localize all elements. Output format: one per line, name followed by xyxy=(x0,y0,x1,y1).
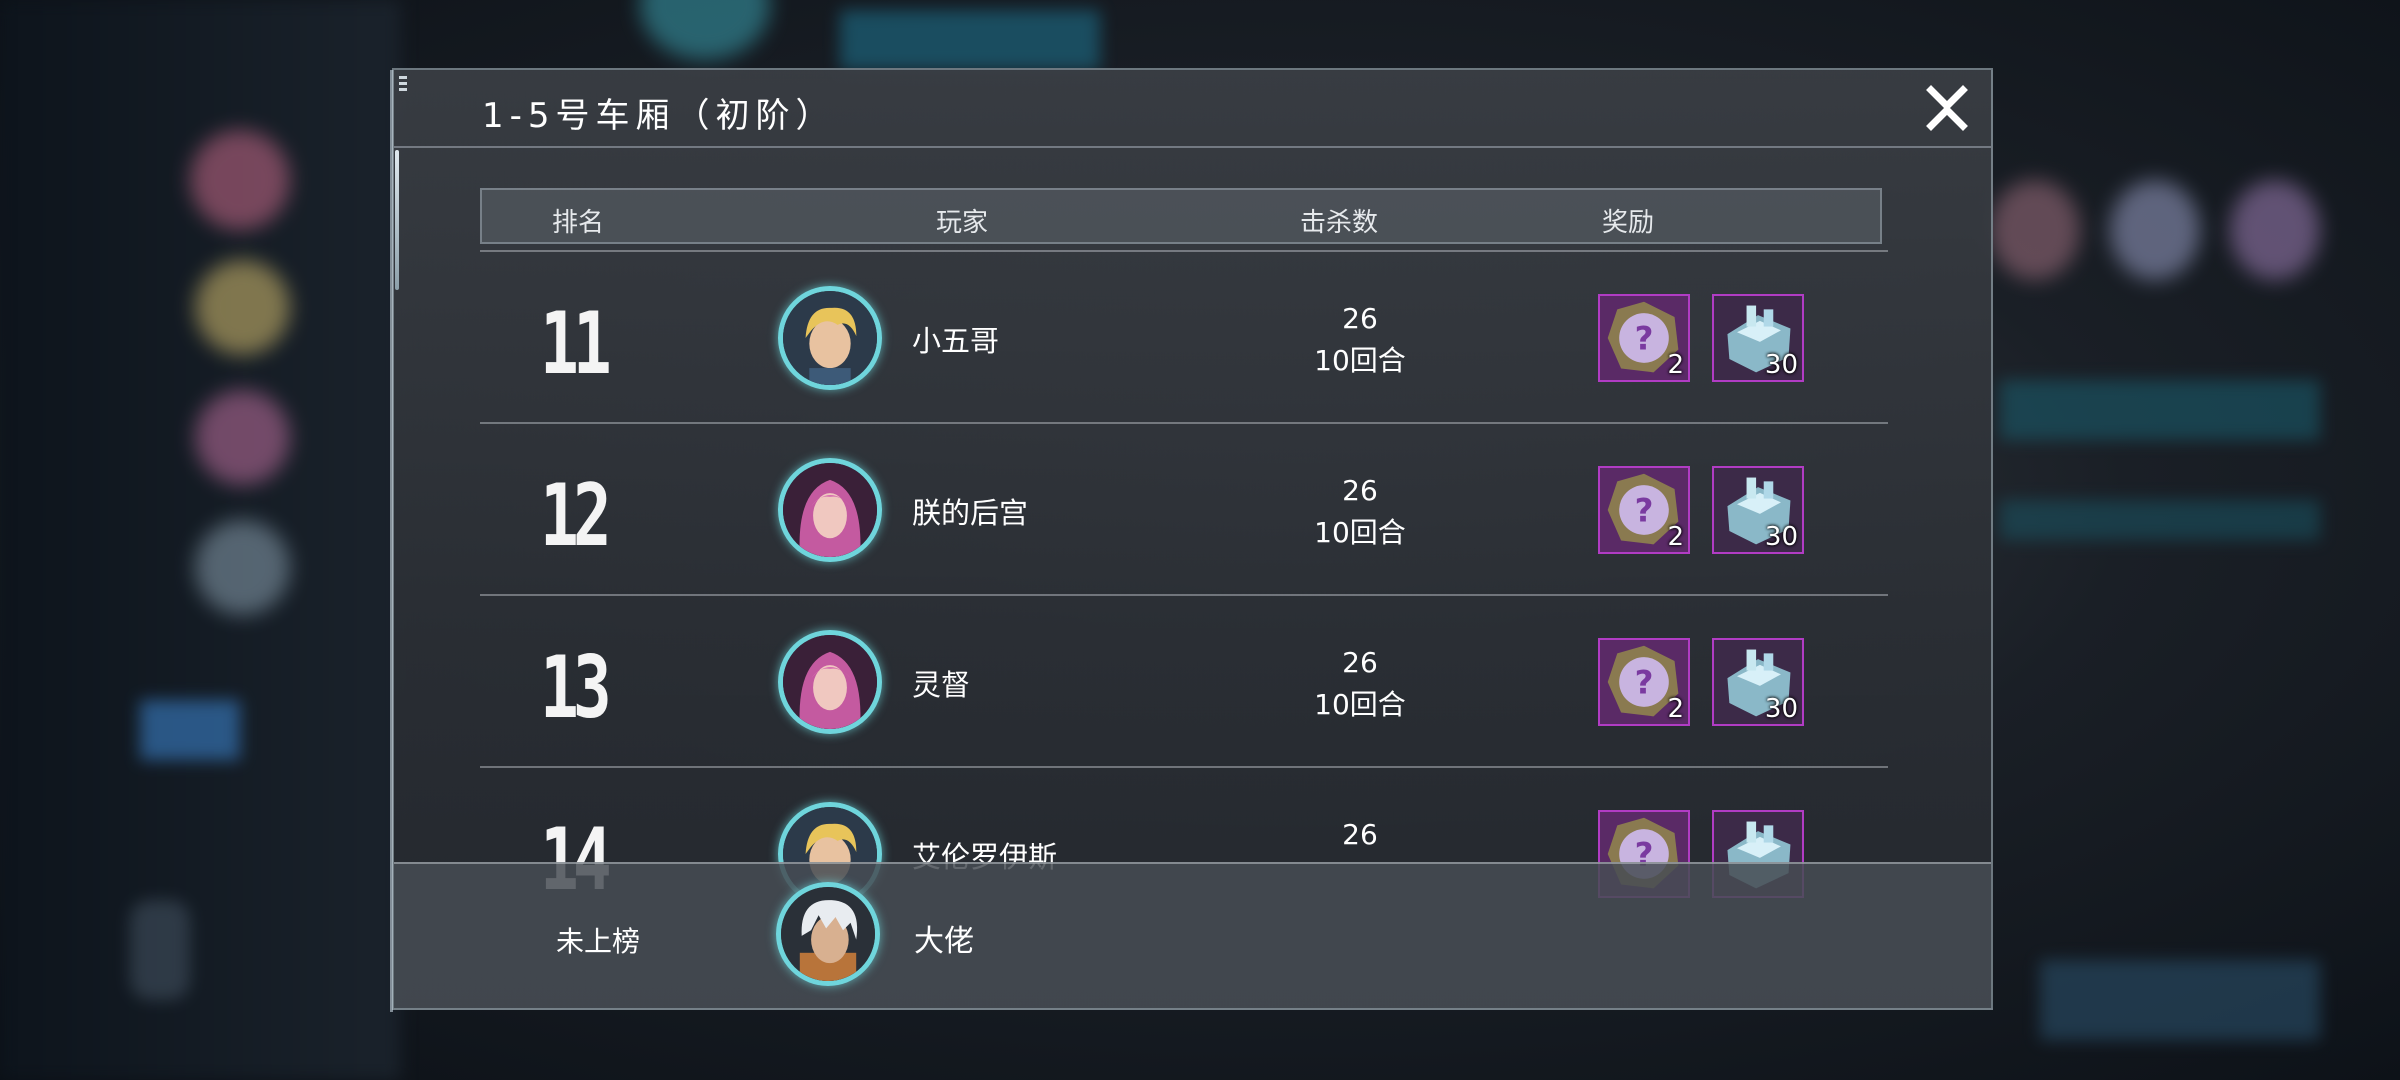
reward-item[interactable]: 30 xyxy=(1712,294,1804,382)
kills-value: 26 xyxy=(1342,818,1378,851)
svg-text:?: ? xyxy=(1635,491,1654,529)
reward-item[interactable]: 30 xyxy=(1712,638,1804,726)
reward-item[interactable]: ? 2 xyxy=(1598,466,1690,554)
reward-item[interactable]: ? 2 xyxy=(1598,294,1690,382)
pink-hair-avatar-icon xyxy=(783,635,877,729)
reward-item[interactable]: ? 2 xyxy=(1598,638,1690,726)
my-avatar[interactable] xyxy=(776,882,880,986)
player-avatar[interactable] xyxy=(778,630,882,734)
leaderboard-row: 11 小五哥 26 10回合 ? 2 30 xyxy=(480,250,1888,422)
kills-value: 26 xyxy=(1342,474,1378,507)
my-rank-footer: 未上榜 大佬 xyxy=(394,862,1991,1008)
kills-value: 26 xyxy=(1342,646,1378,679)
column-rank: 排名 xyxy=(552,208,605,238)
column-player: 玩家 xyxy=(936,208,989,238)
reward-count: 2 xyxy=(1667,350,1684,380)
my-name: 大佬 xyxy=(914,924,974,959)
column-kills: 击杀数 xyxy=(1300,208,1379,238)
column-header-row: 排名 玩家 击杀数 奖励 xyxy=(480,188,1882,244)
kill-count: 26 10回合 xyxy=(1260,470,1460,554)
close-icon xyxy=(1926,85,1968,131)
close-button[interactable] xyxy=(1923,84,1971,132)
leaderboard-row: 13 灵督 26 10回合 ? 2 30 xyxy=(480,594,1888,766)
reward-count: 2 xyxy=(1667,694,1684,724)
kill-count: 26 10回合 xyxy=(1260,642,1460,726)
rank-number: 12 xyxy=(540,466,612,566)
leaderboard-dialog: 1-5号车厢（初阶） 排名 玩家 击杀数 奖励 11 小五哥 26 10回合 ? xyxy=(390,68,1993,1012)
player-avatar[interactable] xyxy=(778,458,882,562)
kill-count: 26 10回合 xyxy=(1260,298,1460,382)
kills-value: 26 xyxy=(1342,302,1378,335)
rounds-value: 10回合 xyxy=(1314,516,1406,549)
player-avatar[interactable] xyxy=(778,286,882,390)
kill-count: 26 xyxy=(1260,814,1460,856)
rounds-value: 10回合 xyxy=(1314,344,1406,377)
reward-count: 30 xyxy=(1764,350,1798,380)
dialog-header: 1-5号车厢（初阶） xyxy=(394,70,1991,148)
rank-number: 13 xyxy=(540,638,612,738)
rounds-value: 10回合 xyxy=(1314,688,1406,721)
my-rank: 未上榜 xyxy=(556,925,641,958)
dialog-title: 1-5号车厢（初阶） xyxy=(482,96,836,136)
reward-count: 30 xyxy=(1764,694,1798,724)
player-name: 朕的后宫 xyxy=(912,496,1029,530)
column-reward: 奖励 xyxy=(1602,208,1655,238)
reward-count: 2 xyxy=(1667,522,1684,552)
reward-item[interactable]: 30 xyxy=(1712,466,1804,554)
pink-hair-avatar-icon xyxy=(783,463,877,557)
white-hair-avatar-icon xyxy=(781,887,875,981)
blond-hero-avatar-icon xyxy=(783,291,877,385)
rank-number: 11 xyxy=(540,294,612,394)
reward-count: 30 xyxy=(1764,522,1798,552)
leaderboard-list[interactable]: 11 小五哥 26 10回合 ? 2 30 12 朕的后宫 26 10回合 ? … xyxy=(480,250,1888,934)
leaderboard-row: 12 朕的后宫 26 10回合 ? 2 30 xyxy=(480,422,1888,594)
player-name: 小五哥 xyxy=(912,324,1000,358)
svg-text:?: ? xyxy=(1635,663,1654,701)
player-name: 灵督 xyxy=(912,668,971,702)
svg-text:?: ? xyxy=(1635,319,1654,357)
